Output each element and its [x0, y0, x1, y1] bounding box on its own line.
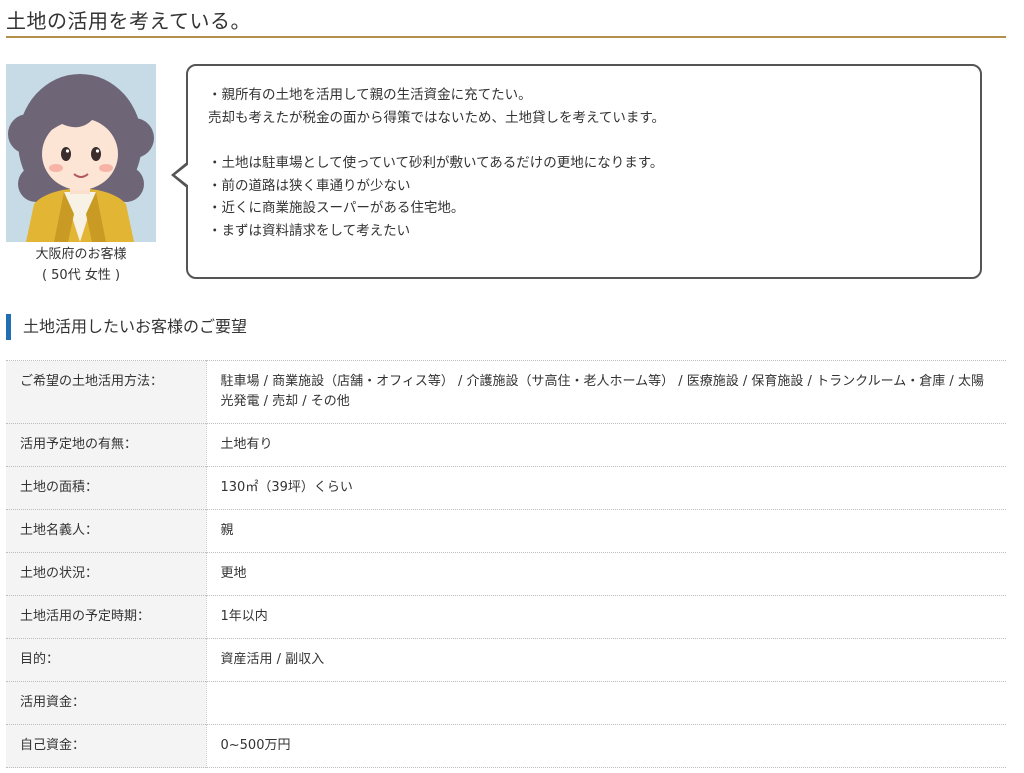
- row-label: 土地の面積：: [6, 466, 207, 510]
- row-value: 130㎡（39坪）くらい: [220, 480, 353, 495]
- table-row: 活用予定地の有無： 土地有り: [6, 423, 1006, 467]
- customer-caption: 大阪府のお客様 ( 50代 女性 ): [6, 244, 156, 286]
- row-label: 土地活用の予定時期：: [6, 595, 207, 639]
- row-value: 土地有り: [220, 437, 273, 452]
- title-divider: [6, 36, 1006, 38]
- comment-line: 売却も考えたが税金の面から得策ではないため、土地貸しを考えています。: [208, 109, 665, 126]
- table-row: 目的： 資産活用 / 副収入: [6, 638, 1006, 682]
- comment-line: ・土地は駐車場として使っていて砂利が敷いてあるだけの更地になります。: [208, 155, 664, 172]
- comment-line: [208, 129, 968, 152]
- comment-line: ・まずは資料請求をして考えたい: [208, 223, 411, 240]
- table-row: 活用資金：: [6, 681, 1006, 725]
- row-label: 目的：: [6, 638, 207, 682]
- table-row: 土地の状況： 更地: [6, 552, 1006, 596]
- row-value: 1年以内: [220, 609, 268, 624]
- avatar: [6, 64, 156, 242]
- table-row: 土地活用の予定時期： 1年以内: [6, 595, 1006, 639]
- row-label: 土地の状況：: [6, 552, 207, 596]
- comment-line: ・前の道路は狭く車通りが少ない: [208, 177, 411, 194]
- table-row: 土地名義人： 親: [6, 509, 1006, 553]
- customer-comment: ・親所有の土地を活用して親の生活資金に充てたい。 売却も考えたが税金の面から得策…: [208, 84, 968, 243]
- row-value: 更地: [220, 566, 247, 581]
- row-label: 土地名義人：: [6, 509, 207, 553]
- row-label: 活用資金：: [6, 681, 207, 725]
- table-row: 自己資金： 0~500万円: [6, 724, 1006, 768]
- row-label: 自己資金：: [6, 724, 207, 768]
- row-value: [206, 682, 1006, 725]
- requirements-table: ご希望の土地活用方法： 駐車場 / 商業施設（店舗・オフィス等） / 介護施設（…: [6, 360, 1006, 768]
- woman-avatar-icon: [6, 64, 156, 242]
- row-label: ご希望の土地活用方法：: [6, 360, 207, 424]
- row-value: 親: [220, 523, 234, 538]
- comment-line: ・親所有の土地を活用して親の生活資金に充てたい。: [208, 87, 532, 103]
- page-title: 土地の活用を考えている。: [6, 9, 251, 33]
- section-heading: 土地活用したいお客様のご要望: [6, 314, 247, 340]
- row-label: 活用予定地の有無：: [6, 423, 207, 467]
- customer-profile: ( 50代 女性 ): [41, 268, 121, 283]
- table-row: ご希望の土地活用方法： 駐車場 / 商業施設（店舗・オフィス等） / 介護施設（…: [6, 360, 1006, 424]
- row-value: 0~500万円: [220, 738, 291, 753]
- row-value: 駐車場 / 商業施設（店舗・オフィス等） / 介護施設（サ高住・老人ホーム等） …: [220, 374, 984, 409]
- customer-location: 大阪府のお客様: [35, 247, 127, 262]
- row-value: 資産活用 / 副収入: [220, 652, 325, 667]
- comment-line: ・近くに商業施設スーパーがある住宅地。: [208, 200, 465, 217]
- table-row: 土地の面積： 130㎡（39坪）くらい: [6, 466, 1006, 510]
